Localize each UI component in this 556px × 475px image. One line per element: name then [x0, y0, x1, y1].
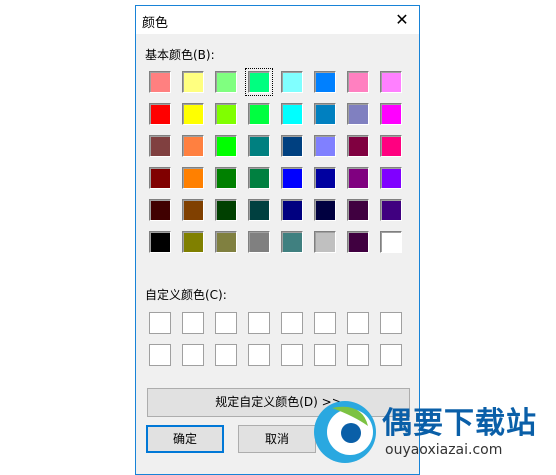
- basic-color-swatch[interactable]: [347, 167, 369, 189]
- watermark-name: 偶要下载站: [382, 406, 537, 441]
- custom-colors-label: 自定义颜色(C):: [145, 288, 227, 302]
- basic-color-swatch[interactable]: [281, 199, 303, 221]
- basic-color-swatch[interactable]: [380, 71, 402, 93]
- title-bar: 颜色 ✕: [136, 6, 419, 34]
- basic-color-swatch[interactable]: [380, 135, 402, 157]
- basic-color-swatch[interactable]: [314, 103, 336, 125]
- basic-color-swatch[interactable]: [248, 103, 270, 125]
- basic-color-swatch[interactable]: [149, 231, 171, 253]
- basic-color-swatch[interactable]: [182, 167, 204, 189]
- basic-color-swatch[interactable]: [182, 231, 204, 253]
- basic-color-swatch[interactable]: [215, 135, 237, 157]
- basic-color-swatch[interactable]: [281, 71, 303, 93]
- basic-color-swatch[interactable]: [248, 135, 270, 157]
- basic-color-swatch[interactable]: [182, 135, 204, 157]
- custom-color-swatch[interactable]: [182, 344, 204, 366]
- custom-color-swatch[interactable]: [149, 312, 171, 334]
- basic-color-swatch[interactable]: [149, 135, 171, 157]
- basic-color-swatch[interactable]: [380, 199, 402, 221]
- basic-color-swatch[interactable]: [215, 231, 237, 253]
- basic-color-swatch[interactable]: [215, 71, 237, 93]
- basic-color-swatch[interactable]: [347, 71, 369, 93]
- basic-color-swatch[interactable]: [314, 135, 336, 157]
- basic-color-swatch[interactable]: [314, 199, 336, 221]
- basic-color-swatch[interactable]: [215, 167, 237, 189]
- basic-colors-label: 基本颜色(B):: [145, 48, 215, 62]
- custom-color-swatch[interactable]: [149, 344, 171, 366]
- basic-color-swatch[interactable]: [314, 167, 336, 189]
- basic-color-swatch[interactable]: [149, 199, 171, 221]
- close-icon[interactable]: ✕: [387, 6, 417, 34]
- custom-color-swatch[interactable]: [314, 344, 336, 366]
- basic-color-swatch[interactable]: [314, 71, 336, 93]
- basic-color-swatch[interactable]: [281, 103, 303, 125]
- basic-color-swatch[interactable]: [215, 199, 237, 221]
- site-watermark: 偶要下载站 ouyaoxiazai.com: [310, 396, 556, 469]
- basic-color-swatch[interactable]: [182, 71, 204, 93]
- basic-color-swatch[interactable]: [347, 103, 369, 125]
- custom-color-swatch[interactable]: [380, 312, 402, 334]
- custom-color-swatch[interactable]: [248, 312, 270, 334]
- custom-color-swatch[interactable]: [380, 344, 402, 366]
- basic-color-swatch[interactable]: [380, 167, 402, 189]
- basic-color-swatch[interactable]: [248, 199, 270, 221]
- basic-color-swatch[interactable]: [347, 231, 369, 253]
- basic-color-swatch[interactable]: [347, 199, 369, 221]
- custom-color-swatch[interactable]: [182, 312, 204, 334]
- cancel-button[interactable]: 取消: [238, 425, 316, 453]
- basic-color-swatch[interactable]: [182, 199, 204, 221]
- basic-color-swatch[interactable]: [380, 231, 402, 253]
- watermark-logo-icon: [314, 401, 376, 463]
- basic-color-swatch[interactable]: [149, 167, 171, 189]
- custom-color-swatch[interactable]: [215, 344, 237, 366]
- custom-color-swatch[interactable]: [281, 344, 303, 366]
- basic-color-swatch[interactable]: [281, 167, 303, 189]
- custom-color-swatch[interactable]: [314, 312, 336, 334]
- basic-color-swatch[interactable]: [149, 103, 171, 125]
- ok-button[interactable]: 确定: [146, 425, 224, 453]
- basic-color-swatch[interactable]: [281, 135, 303, 157]
- dialog-title: 颜色: [142, 16, 169, 31]
- basic-color-swatch[interactable]: [149, 71, 171, 93]
- basic-color-swatch[interactable]: [314, 231, 336, 253]
- basic-color-swatch[interactable]: [281, 231, 303, 253]
- basic-color-swatch[interactable]: [380, 103, 402, 125]
- custom-color-swatch[interactable]: [215, 312, 237, 334]
- custom-color-swatch[interactable]: [347, 312, 369, 334]
- custom-color-swatch[interactable]: [248, 344, 270, 366]
- basic-color-swatch[interactable]: [245, 68, 273, 96]
- watermark-url: ouyaoxiazai.com: [385, 442, 503, 458]
- custom-color-swatch[interactable]: [281, 312, 303, 334]
- basic-color-swatch[interactable]: [215, 103, 237, 125]
- basic-color-swatch[interactable]: [248, 231, 270, 253]
- basic-color-swatch[interactable]: [182, 103, 204, 125]
- basic-color-swatch[interactable]: [347, 135, 369, 157]
- custom-color-swatch[interactable]: [347, 344, 369, 366]
- basic-color-swatch[interactable]: [248, 167, 270, 189]
